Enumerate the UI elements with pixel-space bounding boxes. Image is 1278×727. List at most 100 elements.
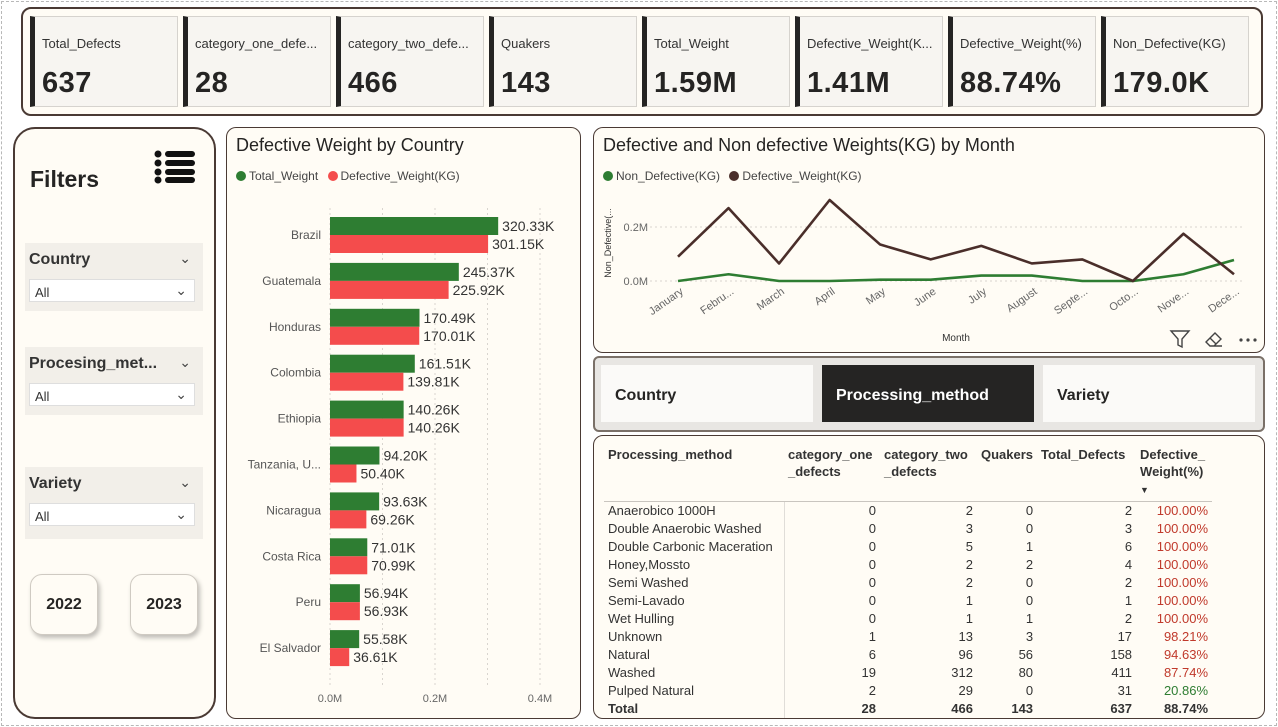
table-row[interactable]: Semi Washed 0 2 0 2 100.00% [604,574,1212,592]
column-header[interactable]: Processing_method [604,444,784,502]
tab-processing-method[interactable]: Processing_method [822,365,1034,422]
value-cell: 56 [1018,647,1034,662]
value-cell: 2 [965,503,973,518]
column-header[interactable]: Total_Defects [1037,444,1137,502]
series-line-defective-weight [677,198,1235,283]
bar-total-weight [330,492,380,511]
value-cell: 0 [868,521,876,536]
bar-defective-weight [330,556,368,575]
bar-defective-weight [330,280,449,299]
table-row[interactable]: Anaerobico 1000H 0 2 0 2 100.00% [604,501,1212,520]
total-row[interactable]: Total 28 466 143 637 88.74% [604,700,1212,718]
value-cell: 0 [868,611,876,626]
filter-icon[interactable] [1168,327,1192,351]
value-cell: 3 [1124,521,1133,536]
chevron-down-icon[interactable]: ⌄ [179,474,191,491]
kpi-card-category-two[interactable]: category_two_defe... 466 [336,16,484,107]
bar-defective-weight [330,464,357,483]
bar-defective-weight [330,510,367,529]
column-header-sorted[interactable]: Defective_ Weight(%) ▼ [1136,444,1213,502]
column-header[interactable]: category_one _defects [784,444,880,502]
bar-total-weight [330,584,360,603]
line-chart-plot[interactable]: 0.0M 0.2M Non_Defective(... Month January Feb… [594,183,1262,351]
method-cell: Double Anaerobic Washed [604,520,785,538]
category-label: Guatemala [262,274,321,288]
data-label: 70.99K [371,557,416,573]
chevron-down-icon[interactable]: ⌄ [179,354,191,371]
value-cell: 100.00% [1156,557,1209,572]
x-tick-label: Dece... [1206,286,1241,316]
kpi-value: 637 [42,67,92,99]
y-tick-label: 0.0M [624,276,648,288]
country-dropdown[interactable]: All ⌄ [29,279,195,302]
value-cell: 0 [1025,683,1034,698]
table-row[interactable]: Unknown 1 13 3 17 98.21% [604,628,1212,646]
kpi-card-category-one[interactable]: category_one_defe... 28 [183,16,331,107]
data-label: 245.37K [463,264,516,280]
table-row[interactable]: Semi-Lavado 0 1 0 1 100.00% [604,592,1212,610]
table-row[interactable]: Natural 6 96 56 158 94.63% [604,646,1212,664]
legend-item[interactable]: Defective_Weight(KG) [729,169,862,183]
dropdown-value: All [35,509,50,524]
kpi-card-non-defective[interactable]: Non_Defective(KG) 179.0K [1101,16,1249,107]
legend-label: Defective_Weight(KG) [742,169,862,183]
chevron-down-icon[interactable]: ⌄ [179,250,191,267]
x-tick-label: Nove... [1156,286,1191,316]
value-cell: 1 [965,593,973,608]
table-row[interactable]: Pulped Natural 2 29 0 31 20.86% [604,682,1212,700]
year-2022-button[interactable]: 2022 [30,574,98,635]
method-cell: Semi-Lavado [604,592,785,610]
variety-dropdown[interactable]: All ⌄ [29,503,195,526]
legend-item[interactable]: Non_Defective(KG) [603,169,720,183]
column-header[interactable]: Quakers [977,444,1038,502]
value-cell: 20.86% [1163,683,1209,698]
kpi-card-defective-weight-kg[interactable]: Defective_Weight(K... 1.41M [795,16,943,107]
data-label: 170.01K [423,328,476,344]
table-row[interactable]: Washed 19 312 80 411 87.74% [604,664,1212,682]
x-tick-label: March [755,286,787,313]
table-row[interactable]: Double Anaerobic Washed 0 3 0 3 100.00% [604,520,1212,538]
list-icon[interactable] [154,150,196,184]
data-label: 69.26K [370,511,415,527]
slicer-country: Country ⌄ All ⌄ [25,243,203,311]
year-2023-button[interactable]: 2023 [130,574,198,635]
value-cell: 0 [868,575,876,590]
data-label: 170.49K [424,310,477,326]
data-label: 56.94K [364,585,409,601]
bar-defective-weight [330,372,404,391]
value-cell: 100.00% [1156,503,1209,518]
bar-defective-weight [330,648,350,667]
kpi-card-defective-weight-pct[interactable]: Defective_Weight(%) 88.74% [948,16,1096,107]
filters-title: Filters [30,166,100,192]
bar-chart-plot[interactable]: 0.0M 0.2M 0.4M Brazil 320.33K 301.15K Guatemal… [227,178,579,718]
value-cell: 466 [951,701,973,716]
legend-label: Non_Defective(KG) [616,169,721,183]
table-row[interactable]: Wet Hulling 0 1 1 2 100.00% [604,610,1212,628]
table-row[interactable]: Double Carbonic Maceration 0 5 1 6 100.00% [604,538,1212,556]
x-tick-label: Septe... [1052,286,1090,318]
processing-method-dropdown[interactable]: All ⌄ [29,383,195,406]
kpi-card-quakers[interactable]: Quakers 143 [489,16,637,107]
eraser-icon[interactable] [1202,327,1226,351]
bar-defective-weight [330,326,420,345]
table-row[interactable]: Honey,Mossto 0 2 2 4 100.00% [604,556,1212,574]
kpi-card-total-weight[interactable]: Total_Weight 1.59M [642,16,790,107]
kpi-label: category_two_defe... [348,36,469,51]
data-label: 225.92K [453,282,506,298]
slicer-label: Procesing_met... [29,355,158,372]
category-tabs: Country Processing_method Variety [593,356,1265,432]
tab-variety[interactable]: Variety [1043,365,1255,422]
bar-total-weight [330,217,499,235]
method-cell: Semi Washed [604,574,785,592]
bar-defective-weight [330,235,489,253]
bar-total-weight [330,400,404,419]
method-cell: Washed [604,664,785,682]
kpi-label: Non_Defective(KG) [1113,36,1226,51]
column-header[interactable]: category_two _defects [880,444,977,502]
value-cell: 1 [1025,611,1034,626]
tab-country[interactable]: Country [601,365,813,422]
more-icon[interactable] [1236,327,1260,351]
method-cell: Anaerobico 1000H [604,501,785,520]
kpi-card-total-defects[interactable]: Total_Defects 637 [30,16,178,107]
bar-total-weight [330,262,459,281]
